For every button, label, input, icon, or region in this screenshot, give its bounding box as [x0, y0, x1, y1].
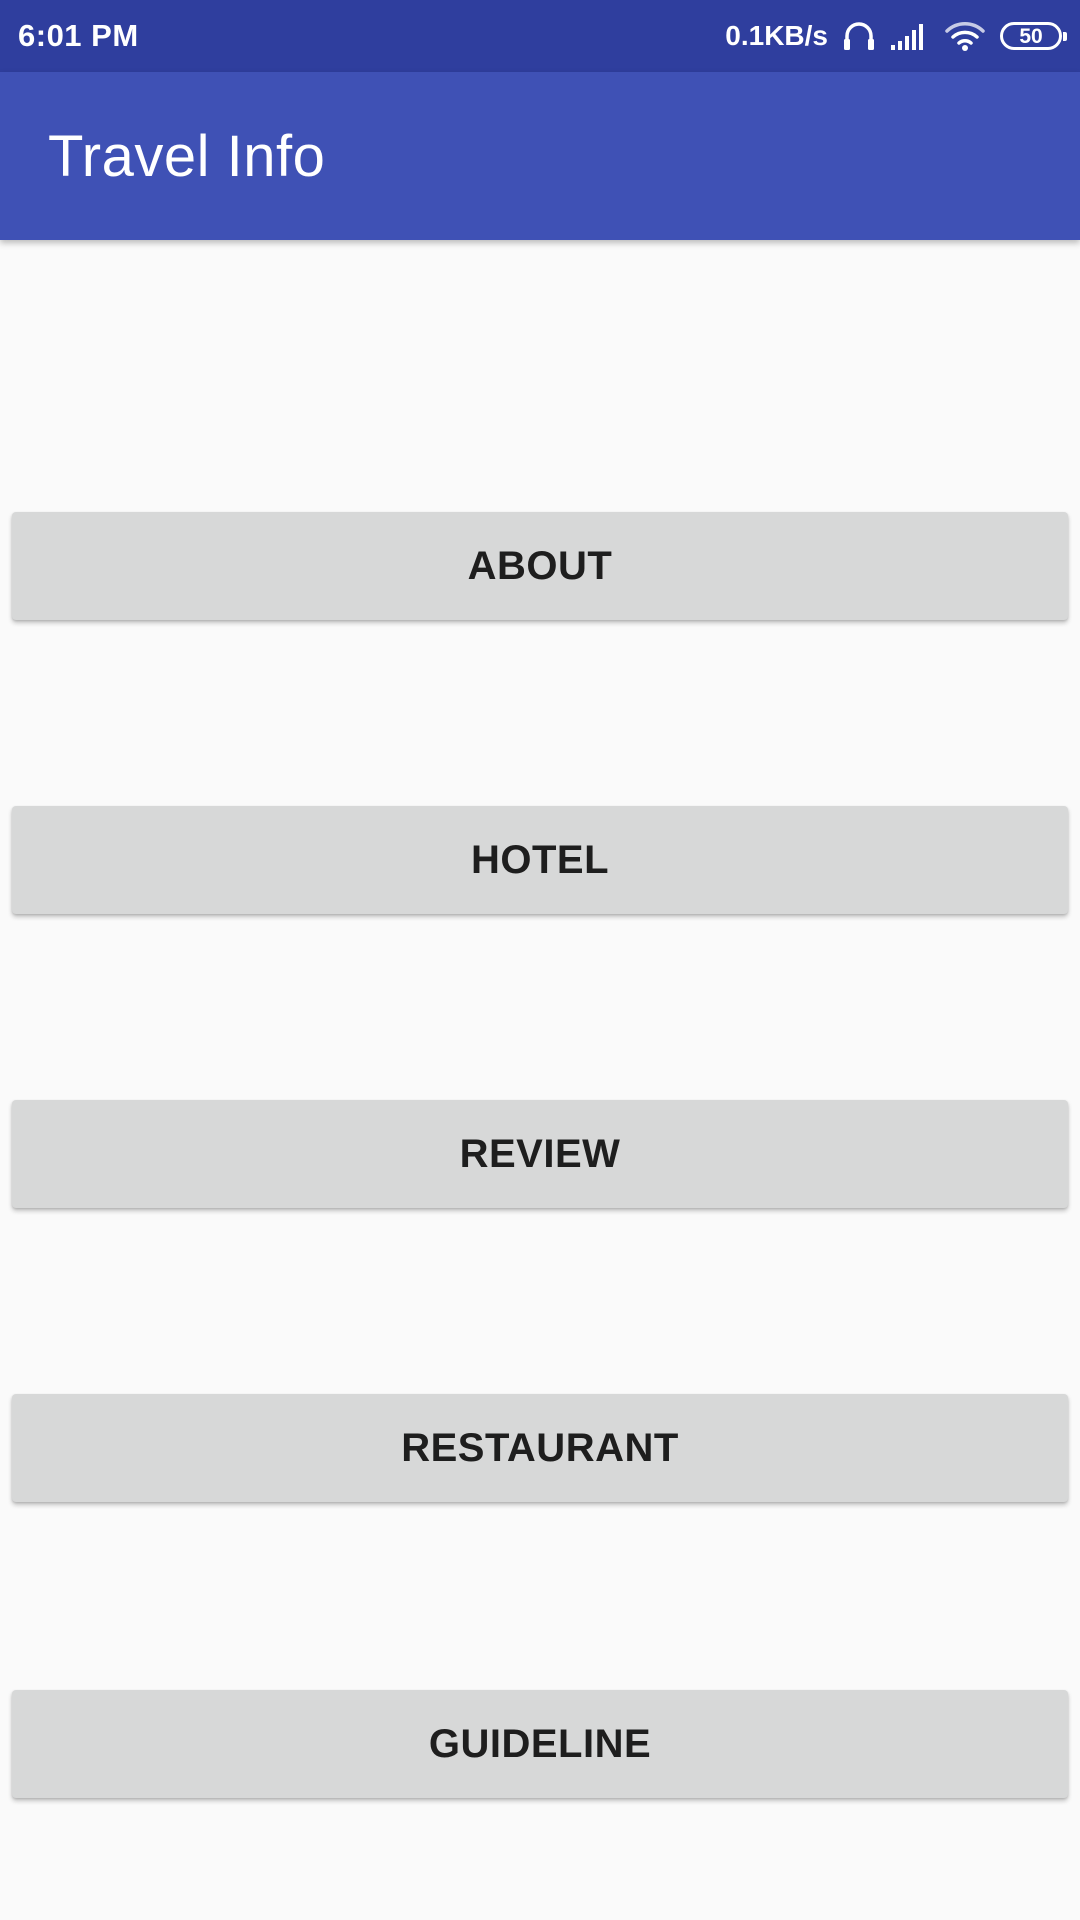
battery-icon: 50	[1000, 22, 1067, 50]
app-title: Travel Info	[48, 123, 326, 189]
app-bar: Travel Info	[0, 72, 1080, 240]
network-speed: 0.1KB/s	[725, 20, 828, 51]
headphones-icon	[842, 19, 876, 53]
battery-nub	[1063, 32, 1067, 41]
hotel-button[interactable]: HOTEL	[12, 806, 1068, 914]
status-time: 6:01 PM	[18, 18, 139, 53]
signal-icon	[890, 21, 930, 51]
status-icons: 0.1KB/s 50	[725, 19, 1067, 53]
about-button[interactable]: ABOUT	[12, 512, 1068, 620]
status-bar: 6:01 PM 0.1KB/s 50	[0, 0, 1080, 72]
restaurant-button[interactable]: RESTAURANT	[12, 1394, 1068, 1502]
guideline-button[interactable]: GUIDELINE	[12, 1690, 1068, 1798]
battery-level: 50	[1019, 24, 1043, 48]
review-button[interactable]: REVIEW	[12, 1100, 1068, 1208]
wifi-icon	[944, 20, 986, 52]
